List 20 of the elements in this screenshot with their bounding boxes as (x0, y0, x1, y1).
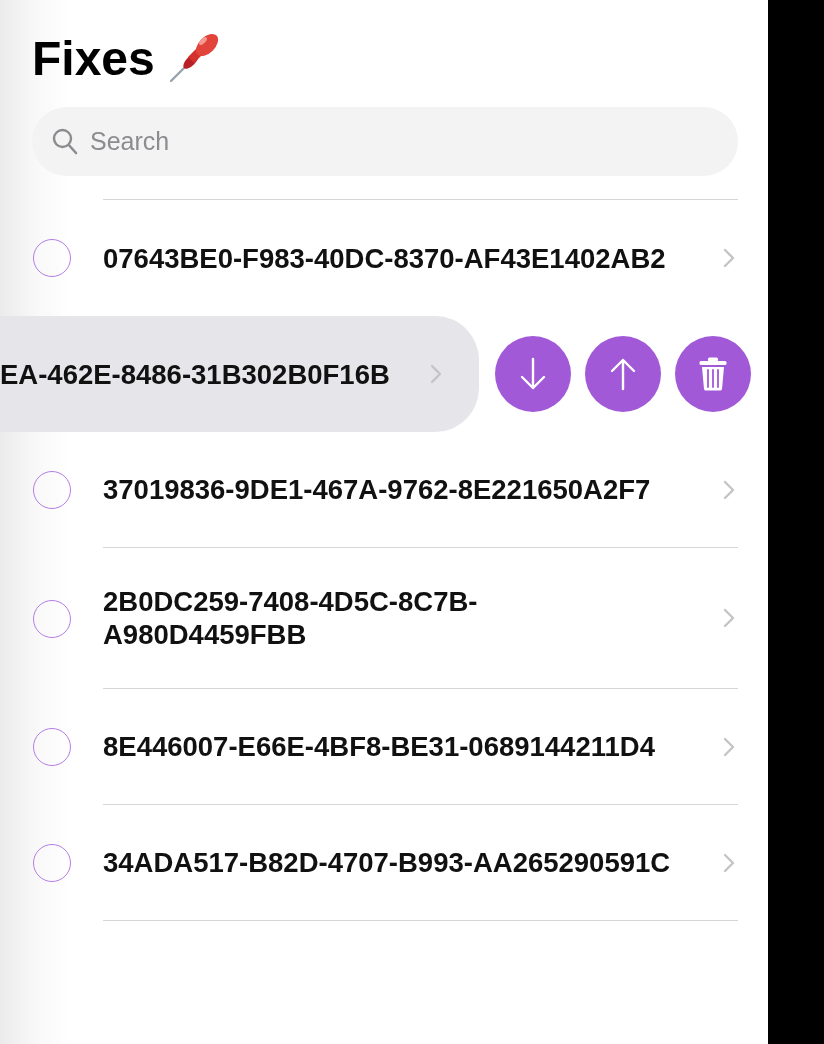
row-title: 37019836-9DE1-467A-9762-8E221650A2F7 (103, 473, 651, 506)
chevron-icon (723, 608, 735, 628)
row-title: EA-462E-8486-31B302B0F16B (0, 357, 390, 391)
list-row[interactable]: EA-462E-8486-31B302B0F16B (0, 316, 479, 432)
chevron-icon (723, 852, 735, 873)
row-title: 8E446007-E66E-4BF8-BE31-0689144211D4 (103, 730, 655, 763)
trash-icon (699, 357, 727, 391)
arrow-down-icon (520, 357, 546, 391)
search-icon (52, 128, 78, 155)
chevron-icon (723, 479, 735, 500)
page-title: Fixes (32, 35, 155, 83)
row-title: 07643BE0-F983-40DC-8370-AF43E1402AB2 (103, 241, 666, 275)
row-title: 2B0DC259-7408-4D5C-8C7B- A980D4459FBB (103, 585, 478, 651)
arrow-up-icon (610, 357, 636, 391)
row-title: 34ADA517-B82D-4707-B993-AA265290591C (103, 846, 671, 879)
chevron-icon (723, 248, 735, 268)
chevron-icon (430, 364, 442, 384)
chevron-icon (723, 736, 735, 757)
pushpin-icon (168, 31, 221, 83)
search-field[interactable]: Search (32, 107, 738, 176)
